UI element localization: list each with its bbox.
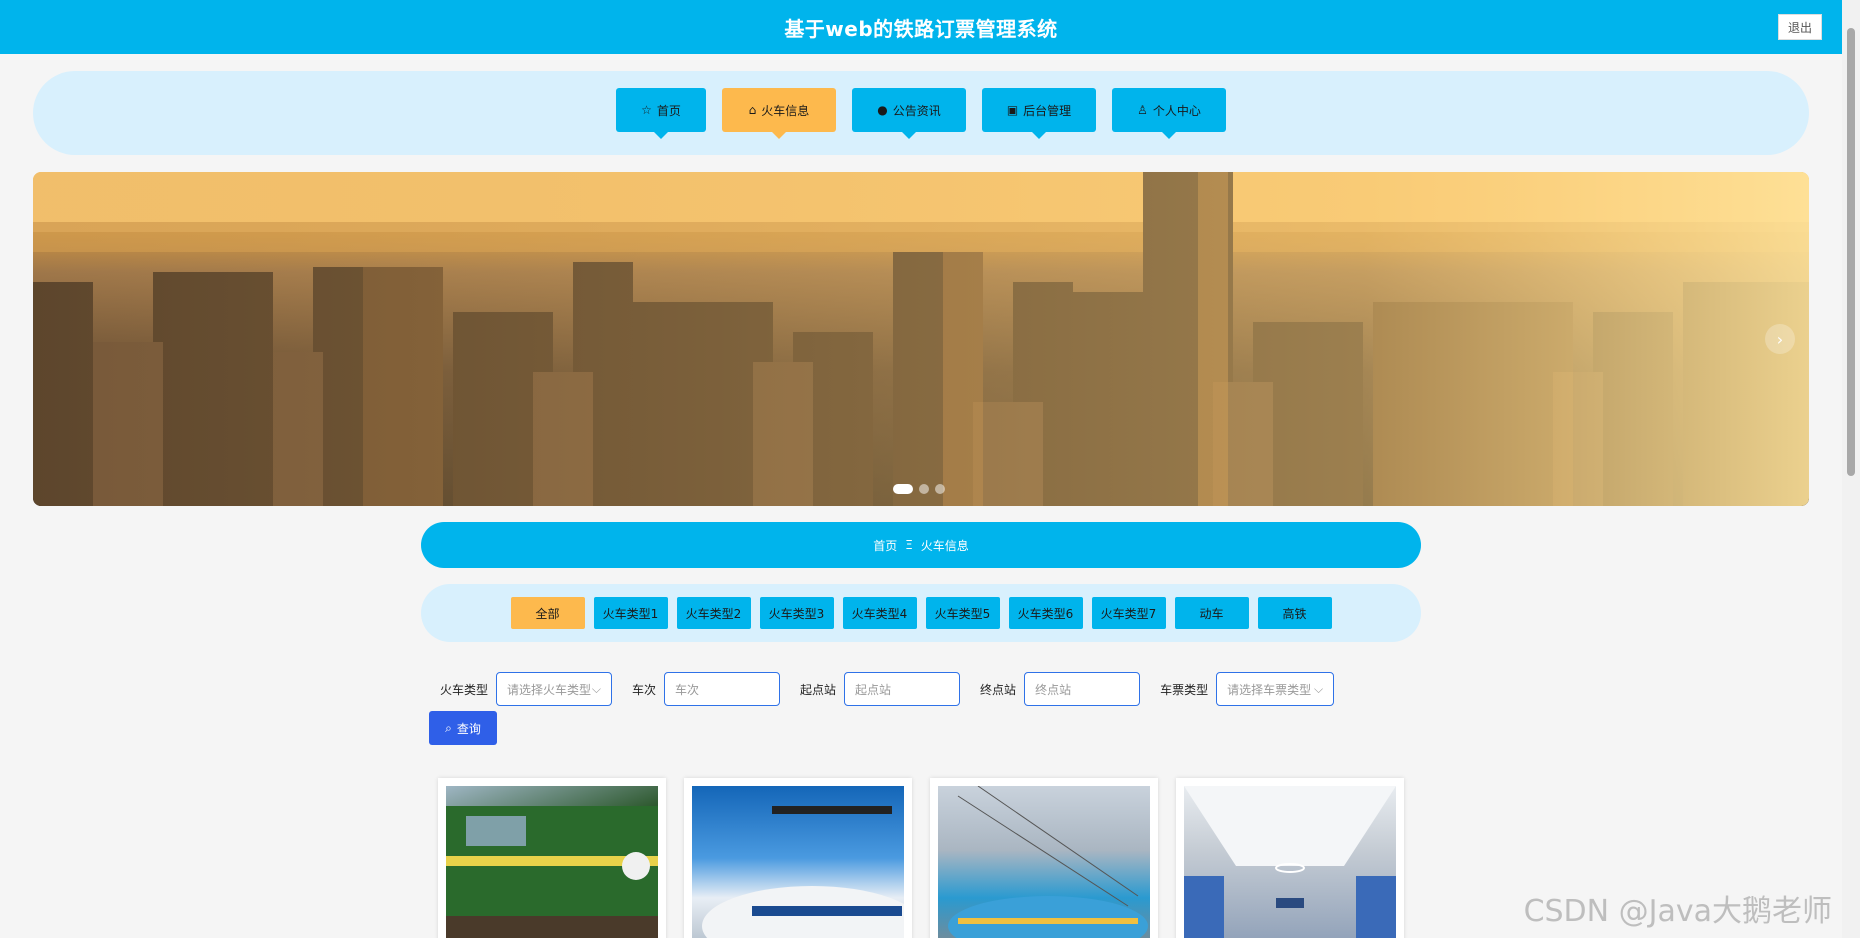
bag-icon: ⌂ [748,103,757,117]
breadcrumb-home[interactable]: 首页 [873,537,897,554]
ticket-type-select[interactable]: 请选择车票类型 ⌵ [1216,672,1335,706]
chevron-down-icon: ⌵ [1313,681,1324,696]
carousel-dot[interactable] [935,484,945,494]
end-station-placeholder: 终点站 [1035,682,1072,697]
start-station-field: 起点站 起点站 [800,672,961,706]
train-type-placeholder: 请选择火车类型 [507,682,592,697]
carousel-indicators [893,484,945,494]
train-type-select[interactable]: 请选择火车类型 ⌵ [496,672,613,706]
nav-item-label: 火车信息 [761,103,810,118]
logout-button[interactable]: 退出 [1778,14,1822,40]
ticket-type-placeholder: 请选择车票类型 [1227,682,1312,697]
nav-item-profile[interactable]: ♙ 个人中心 [1112,88,1226,139]
nav-item-label: 首页 [656,103,681,118]
train-image[interactable] [938,786,1150,938]
query-button[interactable]: ⌕ 查询 [429,711,497,745]
app-title: 基于web的铁路订票管理系统 [784,16,1058,41]
train-image[interactable] [446,786,658,938]
chevron-down-icon: ⌵ [591,681,602,696]
nav-item-admin[interactable]: ▣ 后台管理 [982,88,1096,139]
category-type-4[interactable]: 火车类型4 [842,597,917,629]
train-no-placeholder: 车次 [675,682,700,697]
start-station-input[interactable]: 起点站 [844,672,961,706]
category-high-speed[interactable]: 高铁 [1257,597,1332,629]
end-station-input[interactable]: 终点站 [1024,672,1141,706]
carousel-next-button[interactable]: › [1765,324,1795,354]
category-filter: 全部 火车类型1 火车类型2 火车类型3 火车类型4 火车类型5 火车类型6 火… [421,584,1421,642]
top-header: 基于web的铁路订票管理系统 退出 [0,0,1842,54]
user-icon: ♙ [1137,103,1148,117]
train-image[interactable] [1184,786,1396,938]
ticket-type-field: 车票类型 请选择车票类型 ⌵ [1160,672,1335,706]
train-no-input[interactable]: 车次 [664,672,781,706]
briefcase-icon: ▣ [1006,103,1019,117]
carousel-dot[interactable] [893,484,913,494]
train-card-list [438,778,1404,938]
category-type-1[interactable]: 火车类型1 [593,597,668,629]
main-nav: ☆ 首页 ⌂ 火车信息 ● 公告资讯 ▣ 后台管理 ♙ 个人中心 [33,71,1809,155]
search-icon: ⌕ [445,720,452,735]
train-type-label: 火车类型 [440,682,489,697]
breadcrumb-current: 火车信息 [920,538,969,553]
white-bullet-train-image [702,806,904,938]
nav-item-home[interactable]: ☆ 首页 [616,88,706,139]
train-card[interactable] [438,778,666,938]
watermark: CSDN @Java大鹅老师 [1523,894,1832,929]
nav-item-label: 公告资讯 [892,103,941,118]
train-image[interactable] [692,786,904,938]
scrollbar-thumb[interactable] [1847,28,1855,476]
page-scrollbar[interactable] [1842,0,1860,938]
nav-item-train-info[interactable]: ⌂ 火车信息 [722,88,836,139]
category-type-7[interactable]: 火车类型7 [1091,597,1166,629]
query-button-label: 查询 [456,721,481,736]
nav-item-label: 个人中心 [1152,103,1201,118]
start-station-label: 起点站 [800,682,837,697]
category-type-3[interactable]: 火车类型3 [759,597,834,629]
info-icon: ● [877,103,888,117]
breadcrumb-separator-icon: Ξ [905,538,913,552]
train-card[interactable] [684,778,912,938]
category-type-2[interactable]: 火车类型2 [676,597,751,629]
category-all[interactable]: 全部 [510,597,585,629]
star-icon: ☆ [641,103,652,117]
end-station-field: 终点站 终点站 [980,672,1141,706]
banner-carousel[interactable]: › [33,172,1809,506]
green-locomotive-image [446,806,658,938]
category-type-6[interactable]: 火车类型6 [1008,597,1083,629]
blue-emu-train-image [948,786,1148,938]
train-no-label: 车次 [632,682,657,697]
breadcrumb: 首页 Ξ 火车信息 [421,522,1421,568]
train-no-field: 车次 车次 [632,672,781,706]
start-station-placeholder: 起点站 [855,682,892,697]
end-station-label: 终点站 [980,682,1017,697]
train-type-field: 火车类型 请选择火车类型 ⌵ [440,672,613,706]
carousel-dot[interactable] [919,484,929,494]
search-form: 火车类型 请选择火车类型 ⌵ 车次 车次 起点站 起点站 终点站 终点站 车票类… [440,671,1354,707]
ticket-type-label: 车票类型 [1160,682,1209,697]
nav-item-announcements[interactable]: ● 公告资讯 [852,88,966,139]
category-type-5[interactable]: 火车类型5 [925,597,1000,629]
train-card[interactable] [930,778,1158,938]
category-emu[interactable]: 动车 [1174,597,1249,629]
nav-item-label: 后台管理 [1023,103,1072,118]
train-interior-image [1184,786,1396,938]
train-card[interactable] [1176,778,1404,938]
city-skyline-image [33,172,1809,506]
